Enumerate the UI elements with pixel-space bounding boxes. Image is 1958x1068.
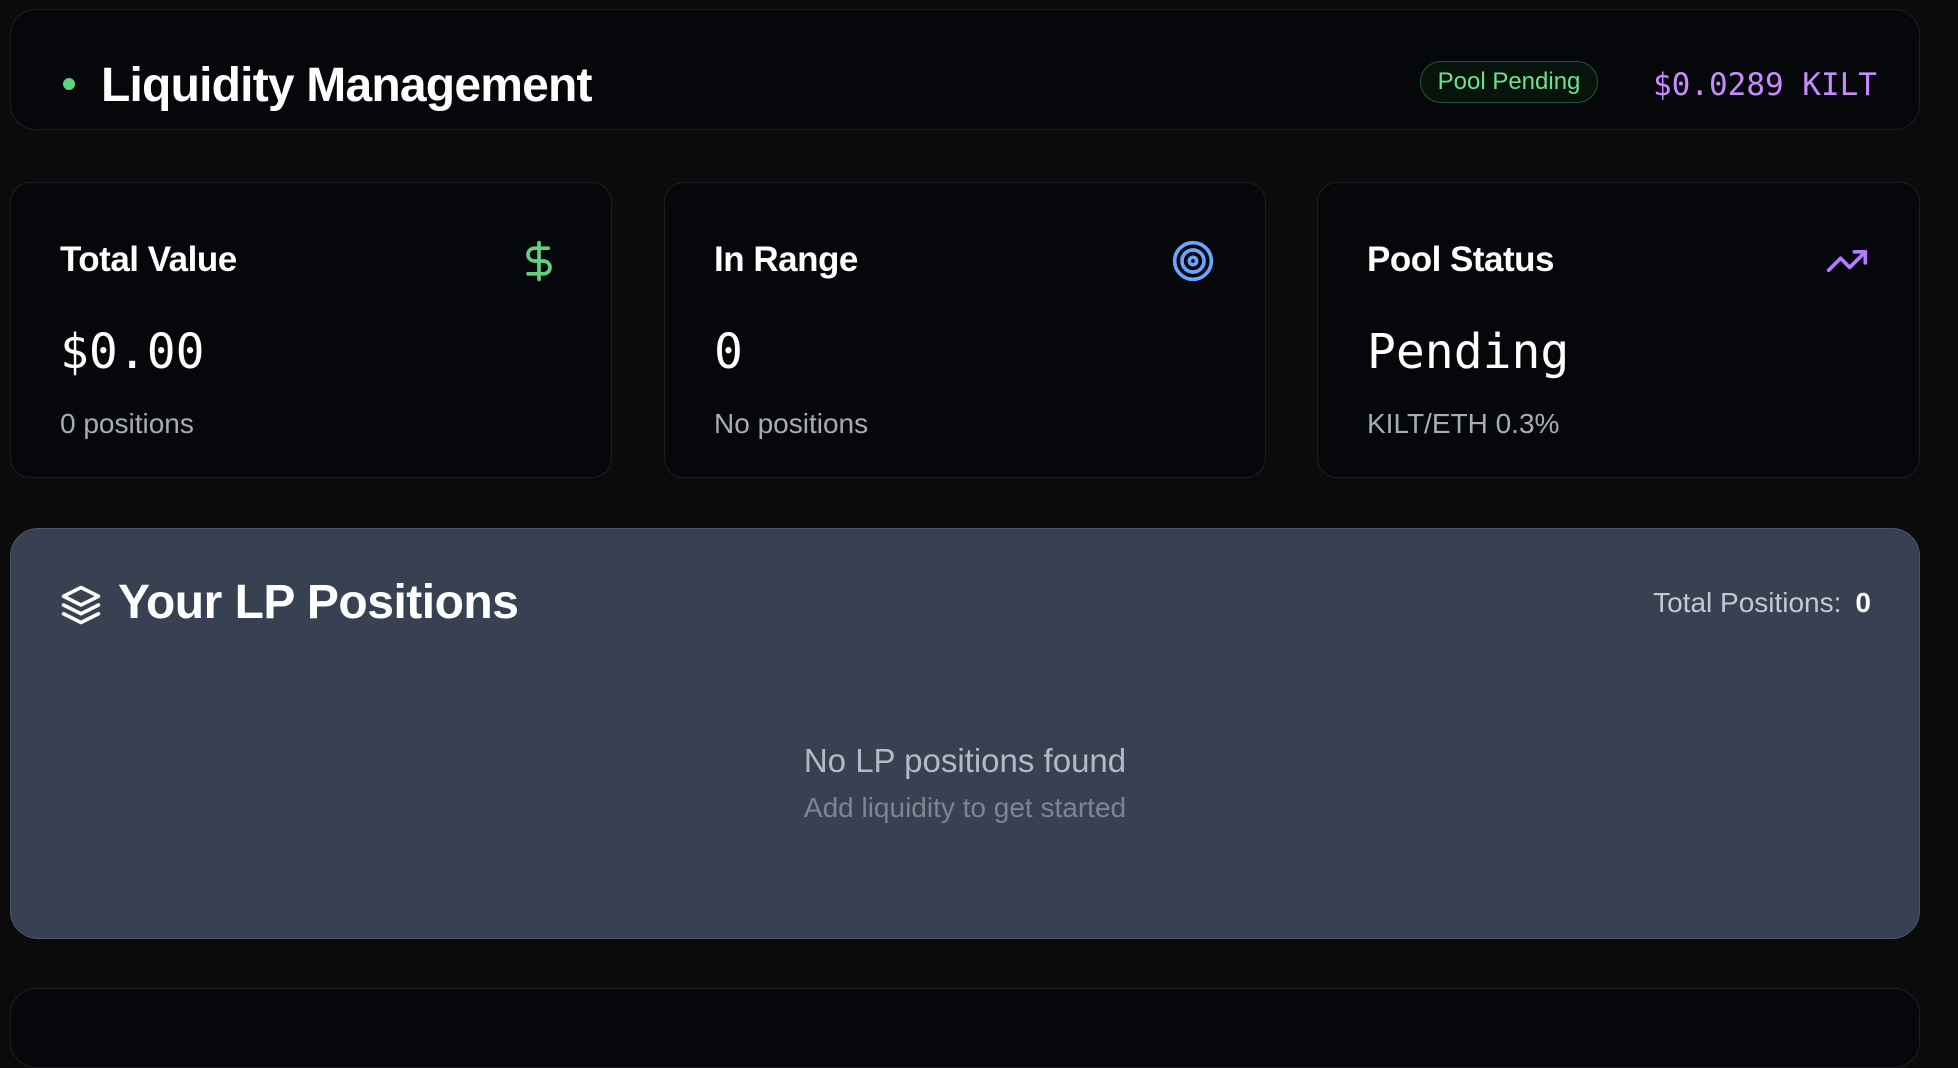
page-title: Liquidity Management <box>101 59 593 112</box>
pool-status-card: Pool Status Pending KILT/ETH 0.3% <box>1317 182 1920 478</box>
card-subtitle: No positions <box>714 408 869 439</box>
card-value: 0 <box>714 324 743 380</box>
total-positions: Total Positions: 0 <box>1653 587 1871 619</box>
card-title: In Range <box>714 240 858 279</box>
pool-status-badge: Pool Pending <box>1420 61 1598 103</box>
status-dot <box>63 78 75 90</box>
card-value: Pending <box>1367 324 1570 380</box>
lp-positions-panel: Your LP Positions Total Positions: 0 No L… <box>10 528 1920 939</box>
kilt-price: $0.0289 KILT <box>1653 67 1877 103</box>
total-positions-count: 0 <box>1855 587 1871 618</box>
empty-state-title: No LP positions found <box>803 742 1127 779</box>
card-title: Pool Status <box>1367 240 1555 279</box>
empty-state-subtitle: Add liquidity to get started <box>803 792 1127 823</box>
card-value: $0.00 <box>60 324 205 380</box>
card-title: Total Value <box>60 240 237 279</box>
in-range-card: In Range 0 No positions <box>664 182 1266 478</box>
total-value-card: Total Value $0.00 0 positions <box>10 182 612 478</box>
next-panel <box>10 988 1920 1068</box>
total-positions-label: Total Positions: <box>1653 587 1842 618</box>
dollar-icon <box>517 239 561 283</box>
layers-icon <box>60 584 102 626</box>
trending-up-icon <box>1825 239 1869 283</box>
card-subtitle: 0 positions <box>60 408 194 439</box>
lp-positions-title: Your LP Positions <box>118 576 519 629</box>
target-icon <box>1171 239 1215 283</box>
card-subtitle: KILT/ETH 0.3% <box>1367 408 1560 439</box>
liquidity-header: Liquidity Management Pool Pending $0.028… <box>10 9 1920 130</box>
